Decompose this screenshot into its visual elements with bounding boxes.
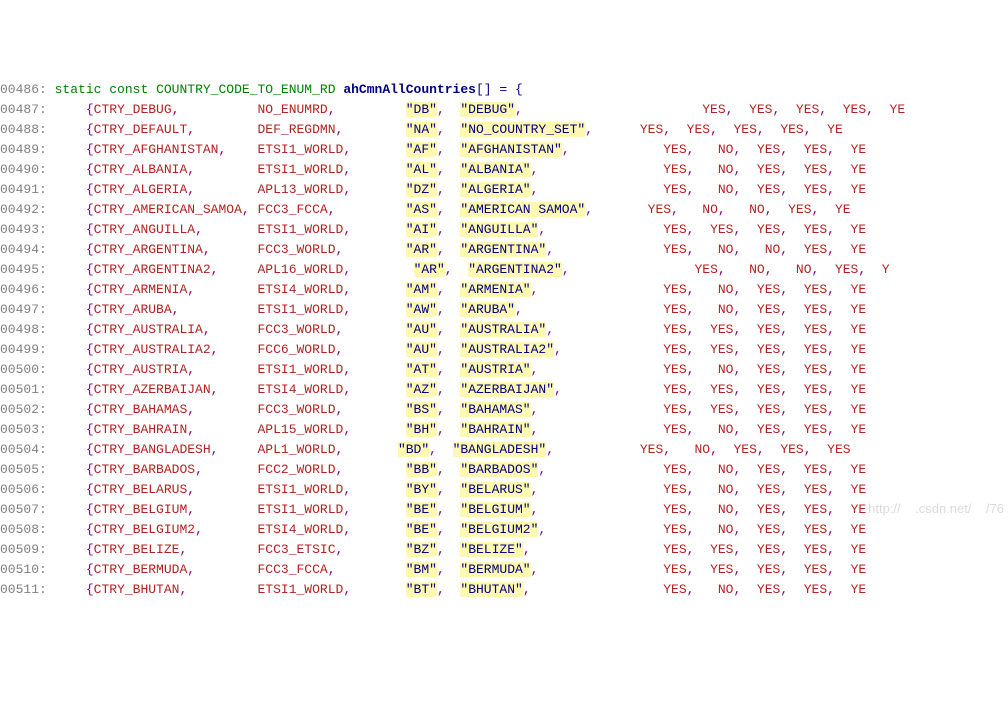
source-code: 00486: static const COUNTRY_CODE_TO_ENUM… <box>0 80 1008 600</box>
